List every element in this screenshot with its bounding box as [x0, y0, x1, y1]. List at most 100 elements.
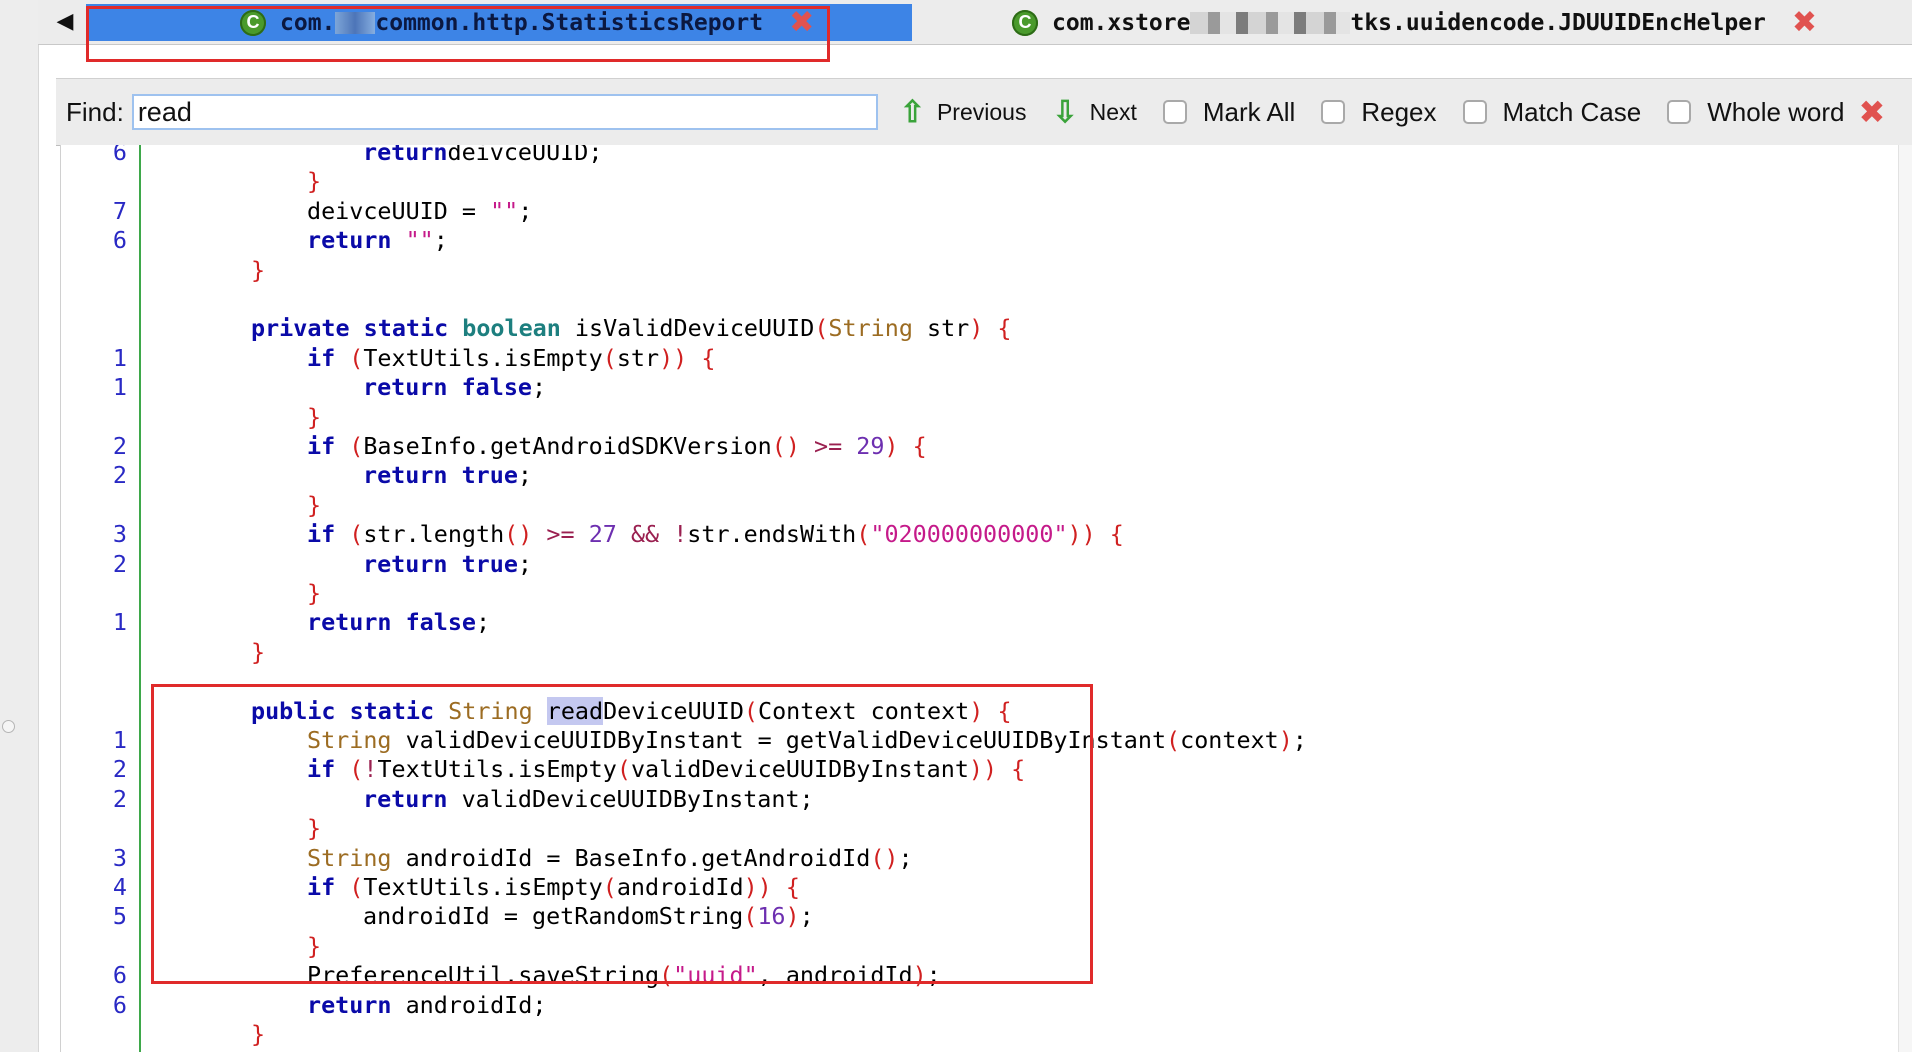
code-token: )) {	[1067, 520, 1124, 549]
code-token: && !	[616, 520, 688, 549]
code-line: 1 return false;	[61, 373, 1841, 402]
code-token: ;	[799, 902, 814, 931]
checkbox-box	[1321, 100, 1346, 124]
code-editor[interactable]: 6 returndeivceUUID;} 7 deivceUUID = ""; 6 ret…	[60, 145, 1912, 1052]
code-token: TextUtils.isEmpty	[377, 755, 617, 784]
code-token: {	[983, 696, 1012, 725]
code-text: }	[251, 638, 265, 667]
code-text: }	[307, 491, 321, 520]
code-token: androidId = BaseInfo.getAndroidId	[391, 843, 871, 872]
code-text: String validDeviceUUIDByInstant = getVal…	[307, 726, 1307, 755]
code-text: androidId = getRandomString(16);	[363, 902, 814, 931]
close-tab-icon[interactable]: ✖	[1792, 7, 1817, 38]
regex-checkbox[interactable]: Regex	[1321, 97, 1437, 128]
line-number: 1	[112, 343, 127, 372]
code-line: 2 return true;	[61, 550, 1841, 579]
arrow-up-icon: ⇧	[899, 95, 925, 129]
code-token: )	[969, 696, 984, 725]
find-input[interactable]	[131, 94, 878, 130]
line-number: 2	[112, 549, 127, 578]
class-icon: C	[240, 9, 266, 36]
code-line: }	[61, 638, 1841, 667]
code-line: }	[61, 167, 1841, 196]
splitter-handle[interactable]	[2, 720, 15, 733]
code-token: }	[307, 579, 322, 607]
tab-scroll-left-icon[interactable]: ◀	[52, 6, 78, 36]
code-token: Context context	[758, 696, 970, 725]
code-token: (	[856, 520, 871, 549]
code-token: }	[307, 402, 322, 431]
line-number: 2	[112, 755, 127, 784]
code-token: (	[602, 343, 617, 372]
code-line: 2 return true;	[61, 461, 1841, 490]
tab-jduuid-enc-helper[interactable]: C com.xstore tks.uuidencode.JDUUIDEncHel…	[918, 4, 1912, 41]
line-number: 3	[112, 520, 127, 549]
line-number: 1	[112, 373, 127, 402]
checkbox-box	[1667, 100, 1692, 124]
tab-title-start: com.	[280, 9, 336, 36]
code-line: 4 if (TextUtils.isEmpty(androidId)) {	[61, 873, 1841, 902]
code-token: BaseInfo.getAndroidSDKVersion	[363, 432, 772, 460]
code-line: }	[61, 403, 1841, 432]
code-token: )	[785, 902, 800, 931]
whole-word-checkbox[interactable]: Whole word	[1667, 97, 1845, 128]
code-line: 6 returndeivceUUID;	[61, 145, 1841, 167]
code-text: }	[307, 579, 321, 608]
code-token: (	[335, 755, 364, 784]
code-token: boolean	[462, 314, 561, 343]
code-token: validDeviceUUIDByInstant;	[447, 784, 814, 813]
code-token: , androidId	[757, 961, 913, 990]
code-token: "020000000000"	[870, 520, 1068, 549]
code-token: ""	[490, 196, 519, 225]
tab-title-end: common.http.StatisticsReport	[375, 9, 764, 36]
close-find-icon[interactable]: ✖	[1859, 93, 1886, 131]
code-token: return true	[363, 461, 518, 490]
code-token: ;	[433, 226, 448, 255]
code-line: 2 return validDeviceUUIDByInstant;	[61, 785, 1841, 814]
next-label: Next	[1089, 98, 1137, 125]
code-token: validDeviceUUIDByInstant = getValidDevic…	[391, 726, 1167, 754]
code-token: str.length	[363, 520, 505, 549]
code-token: if	[307, 343, 336, 372]
previous-button[interactable]: ⇧ Previous	[900, 95, 1027, 130]
match-case-checkbox[interactable]: Match Case	[1462, 97, 1641, 128]
code-text: if (TextUtils.isEmpty(str)) {	[307, 344, 715, 373]
code-token: (	[335, 432, 364, 460]
code-token: }	[307, 814, 322, 843]
code-line: private static boolean isValidDeviceUUID…	[61, 314, 1841, 343]
code-token: PreferenceUtil.saveString	[307, 961, 660, 990]
code-token: }	[251, 637, 266, 666]
checkbox-box	[1462, 100, 1487, 124]
code-token: validDeviceUUIDByInstant	[630, 755, 969, 784]
code-line: 1 return false;	[61, 608, 1841, 637]
line-number: 5	[112, 902, 127, 931]
code-token: androidId = getRandomString	[363, 902, 744, 931]
code-text: returndeivceUUID;	[363, 145, 602, 167]
line-number: 2	[112, 784, 127, 813]
line-number: 4	[112, 873, 127, 901]
find-bar: Find: ⇧ Previous ⇩ Next Mark All Regex M…	[56, 78, 1912, 146]
vertical-scrollbar[interactable]	[1898, 145, 1912, 1052]
code-token: return	[363, 145, 448, 166]
code-text: }	[307, 814, 321, 843]
next-button[interactable]: ⇩ Next	[1052, 95, 1136, 130]
code-token: if	[307, 432, 336, 460]
code-line: }	[61, 491, 1841, 520]
code-line: 5 androidId = getRandomString(16);	[61, 902, 1841, 931]
code-token: >=	[532, 520, 589, 549]
code-token: androidId;	[391, 990, 547, 1019]
code-line: 2 if (!TextUtils.isEmpty(validDeviceUUIDB…	[61, 755, 1841, 784]
tab-statistics-report[interactable]: C com. common.http.StatisticsReport ✖	[86, 4, 912, 41]
code-line: }	[61, 814, 1841, 843]
code-token: (	[335, 873, 364, 901]
code-token: ;	[517, 549, 532, 578]
line-number: 6	[112, 990, 127, 1019]
close-tab-icon[interactable]: ✖	[789, 7, 814, 38]
code-token: str.endsWith	[687, 520, 857, 549]
find-label: Find:	[66, 96, 124, 127]
code-text: String androidId = BaseInfo.getAndroidId…	[307, 844, 913, 873]
mark-all-checkbox[interactable]: Mark All	[1162, 97, 1295, 128]
code-token: if	[307, 755, 336, 784]
code-token: isValidDeviceUUID	[560, 314, 815, 343]
